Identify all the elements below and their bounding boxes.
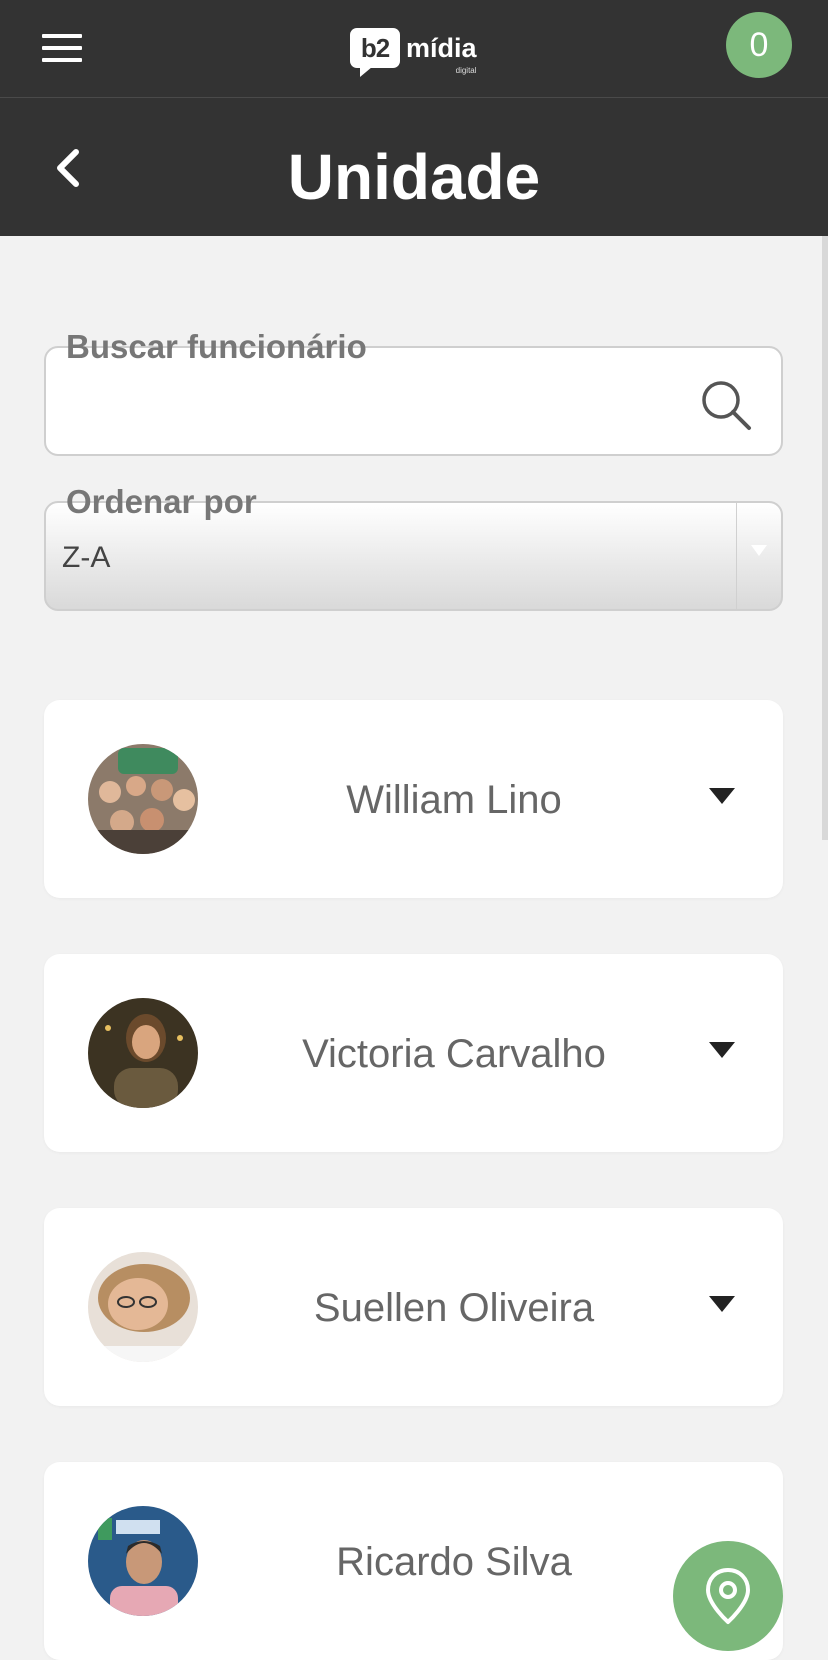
search-icon[interactable] — [699, 378, 753, 432]
avatar — [88, 1506, 198, 1616]
employee-card[interactable]: William Lino — [44, 700, 783, 898]
sort-selected-value: Z-A — [62, 541, 111, 574]
page-title: Unidade — [287, 141, 541, 213]
logo-sub-text: digital — [455, 65, 477, 75]
logo-word: mídia digital — [406, 32, 477, 75]
title-bar: Unidade — [0, 98, 828, 236]
chevron-down-icon[interactable] — [709, 1296, 735, 1312]
chevron-down-icon[interactable] — [709, 1042, 735, 1058]
avatar — [88, 744, 198, 854]
menu-icon[interactable] — [42, 34, 82, 62]
cart-count-badge[interactable]: 0 — [726, 12, 792, 78]
employee-name: Victoria Carvalho — [302, 1032, 606, 1076]
sort-label: Ordenar por — [66, 483, 257, 520]
logo-word-text: mídia — [406, 32, 477, 63]
search-label: Buscar funcionário — [66, 328, 367, 365]
dropdown-arrow-icon[interactable] — [751, 545, 767, 556]
logo-mark: b2 — [350, 28, 400, 77]
employee-card[interactable]: Suellen Oliveira — [44, 1208, 783, 1406]
location-button[interactable] — [673, 1541, 783, 1651]
employee-name: Ricardo Silva — [336, 1540, 572, 1584]
location-pin-icon — [706, 1568, 750, 1624]
search-input[interactable] — [66, 378, 690, 430]
employee-name: William Lino — [346, 778, 562, 822]
avatar — [88, 998, 198, 1108]
top-bar: b2 mídia digital 0 — [0, 0, 828, 98]
avatar — [88, 1252, 198, 1362]
employee-name: Suellen Oliveira — [313, 1286, 595, 1330]
select-divider — [736, 503, 737, 609]
chevron-down-icon[interactable] — [709, 788, 735, 804]
employee-card[interactable]: Victoria Carvalho — [44, 954, 783, 1152]
logo: b2 mídia digital — [350, 24, 477, 77]
scrollbar[interactable] — [822, 236, 828, 840]
employee-card[interactable]: Ricardo Silva — [44, 1462, 783, 1660]
